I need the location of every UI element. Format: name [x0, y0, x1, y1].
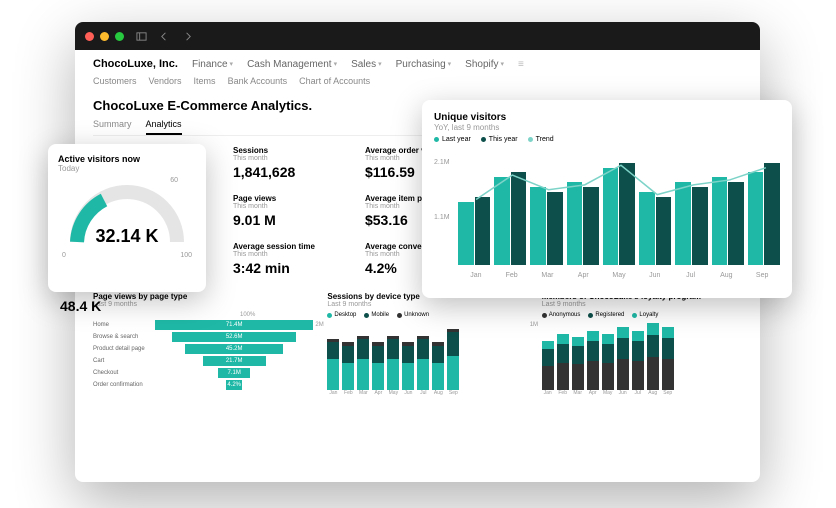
- funnel-bar: 21.7M: [203, 356, 266, 366]
- visitors-sub: YoY, last 9 months: [434, 123, 780, 132]
- funnel-bar: 52.6M: [172, 332, 296, 342]
- gauge-card: Active visitors now Today 60 32.14 K 010…: [48, 144, 206, 292]
- main-nav: ChocoLuxe, Inc. Finance▾ Cash Management…: [75, 50, 760, 74]
- metric-pageviews: Page viewsThis month9.01 M: [233, 194, 315, 228]
- bar: [402, 342, 414, 390]
- bar: [602, 334, 614, 390]
- funnel-bar: 71.4M: [155, 320, 313, 330]
- bar: [357, 336, 369, 390]
- visitors-card: Unique visitors YoY, last 9 months Last …: [422, 100, 792, 298]
- sidebar-icon[interactable]: [136, 31, 147, 42]
- funnel-label: Home: [93, 322, 151, 328]
- metric-sessions: SessionsThis month1,841,628: [233, 146, 315, 180]
- visitors-chart: 2.1M 1.1M JanFebMarAprMayJunJulAugSep: [434, 149, 780, 279]
- bar: [417, 336, 429, 390]
- gauge: 60 32.14 K: [62, 177, 192, 252]
- sessions-device-chart: Sessions by device type Last 9 months De…: [327, 292, 527, 396]
- subnav-customers[interactable]: Customers: [93, 76, 137, 86]
- bar-pair: [639, 192, 671, 265]
- bar: [647, 323, 659, 390]
- funnel-label: Browse & search: [93, 334, 151, 340]
- metric-session-time: Average session timeThis month3:42 min: [233, 242, 315, 276]
- bar-pair: [748, 163, 780, 265]
- maximize-icon[interactable]: [115, 32, 124, 41]
- bar-pair: [712, 177, 744, 265]
- bar-pair: [458, 197, 490, 265]
- tab-summary[interactable]: Summary: [93, 119, 132, 135]
- gauge-title: Active visitors now: [58, 154, 196, 164]
- bar-pair: [530, 187, 562, 265]
- bar: [387, 336, 399, 390]
- titlebar: [75, 22, 760, 50]
- nav-shopify[interactable]: Shopify▾: [465, 59, 504, 70]
- gauge-value: 32.14 K: [62, 226, 192, 247]
- bar: [617, 327, 629, 390]
- funnel-bar: 4.2%: [226, 380, 242, 390]
- bar: [557, 334, 569, 390]
- bar: [447, 329, 459, 390]
- subnav-vendors[interactable]: Vendors: [149, 76, 182, 86]
- nav-finance[interactable]: Finance▾: [192, 59, 233, 70]
- funnel-bar: 45.2M: [185, 344, 283, 354]
- loyalty-chart: Members of ChocoLuxe's loyalty program L…: [542, 292, 742, 396]
- bar-pair: [567, 182, 599, 265]
- company-name[interactable]: ChocoLuxe, Inc.: [93, 58, 178, 70]
- subnav-bank[interactable]: Bank Accounts: [228, 76, 288, 86]
- nav-cash[interactable]: Cash Management▾: [247, 59, 337, 70]
- funnel-label: Checkout: [93, 370, 151, 376]
- bar: [327, 339, 339, 390]
- funnel-label: Order confirmation: [93, 382, 151, 388]
- visitors-legend: Last year This year Trend: [434, 136, 780, 143]
- tab-analytics[interactable]: Analytics: [146, 119, 182, 135]
- traffic-lights: [85, 32, 124, 41]
- bar: [342, 342, 354, 390]
- bar-pair: [494, 172, 526, 265]
- metric-left-bottom: 48.4 K: [60, 298, 101, 314]
- bar-pair: [603, 163, 635, 265]
- bar: [372, 342, 384, 390]
- nav-purchasing[interactable]: Purchasing▾: [396, 59, 452, 70]
- subnav-items[interactable]: Items: [194, 76, 216, 86]
- subnav-coa[interactable]: Chart of Accounts: [299, 76, 370, 86]
- bar: [432, 342, 444, 390]
- bar: [572, 337, 584, 390]
- funnel-label: Cart: [93, 358, 151, 364]
- nav-sales[interactable]: Sales▾: [351, 59, 382, 70]
- bar: [632, 331, 644, 390]
- sub-nav: Customers Vendors Items Bank Accounts Ch…: [75, 74, 760, 92]
- bar: [662, 327, 674, 390]
- back-icon[interactable]: [159, 31, 170, 42]
- funnel-label: Product detail page: [93, 346, 151, 352]
- visitors-title: Unique visitors: [434, 112, 780, 123]
- bar: [542, 341, 554, 390]
- nav-more[interactable]: ≡: [518, 59, 524, 70]
- bar: [587, 331, 599, 390]
- funnel-bar: 7.1M: [218, 368, 250, 378]
- bar-pair: [675, 182, 707, 265]
- gauge-sub: Today: [58, 164, 196, 173]
- close-icon[interactable]: [85, 32, 94, 41]
- forward-icon[interactable]: [182, 31, 193, 42]
- funnel-chart: Page views by page type Last 9 months 10…: [93, 292, 313, 396]
- minimize-icon[interactable]: [100, 32, 109, 41]
